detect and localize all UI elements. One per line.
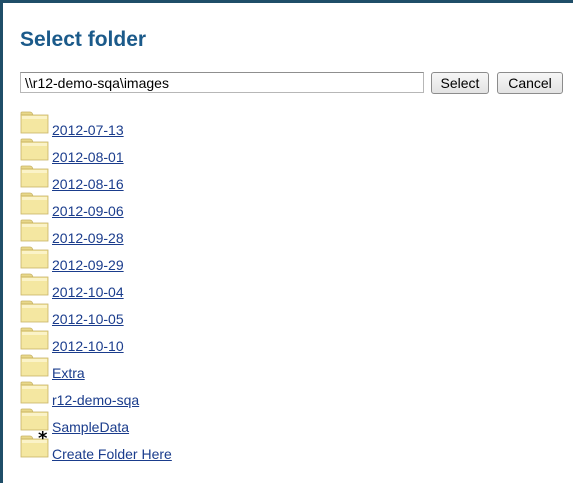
asterisk-icon: * [38, 428, 48, 449]
create-folder-link[interactable]: Create Folder Here [52, 446, 172, 462]
folder-link[interactable]: 2012-10-04 [52, 284, 124, 300]
folder-icon [20, 354, 49, 377]
folder-item: 2012-10-10 [20, 326, 124, 354]
cancel-button[interactable]: Cancel [497, 72, 563, 94]
folder-item: 2012-08-01 [20, 137, 124, 165]
folder-link[interactable]: 2012-10-05 [52, 311, 124, 327]
folder-icon [20, 138, 49, 161]
folder-link[interactable]: r12-demo-sqa [52, 392, 139, 408]
folder-link[interactable]: 2012-09-29 [52, 257, 124, 273]
folder-icon [20, 219, 49, 242]
folder-link[interactable]: 2012-07-13 [52, 122, 124, 138]
folder-link[interactable]: 2012-09-28 [52, 230, 124, 246]
folder-link[interactable]: 2012-08-16 [52, 176, 124, 192]
folder-icon [20, 327, 49, 350]
select-folder-dialog: Select folder Select Cancel 2012-07-13 2… [0, 0, 573, 483]
create-folder-item: * Create Folder Here [20, 430, 172, 462]
folder-item: 2012-10-05 [20, 299, 124, 327]
folder-link[interactable]: 2012-08-01 [52, 149, 124, 165]
path-row: Select Cancel [20, 72, 570, 94]
folder-list: 2012-07-13 2012-08-01 2012-08-16 2012-09… [20, 110, 172, 462]
folder-item: 2012-09-28 [20, 218, 124, 246]
folder-item: 2012-09-06 [20, 191, 124, 219]
folder-item: 2012-08-16 [20, 164, 124, 192]
folder-icon [20, 111, 49, 134]
folder-link[interactable]: 2012-09-06 [52, 203, 124, 219]
folder-link[interactable]: 2012-10-10 [52, 338, 124, 354]
folder-icon [20, 246, 49, 269]
select-button[interactable]: Select [431, 72, 489, 94]
folder-icon [20, 165, 49, 188]
folder-item: 2012-07-13 [20, 110, 124, 138]
folder-item: 2012-09-29 [20, 245, 124, 273]
folder-item: Extra [20, 353, 85, 381]
folder-link[interactable]: SampleData [52, 419, 129, 435]
folder-item: r12-demo-sqa [20, 380, 139, 408]
folder-path-input[interactable] [20, 72, 424, 93]
folder-icon [20, 381, 49, 404]
folder-icon [20, 192, 49, 215]
folder-icon [20, 300, 49, 323]
folder-link[interactable]: Extra [52, 365, 85, 381]
folder-item: 2012-10-04 [20, 272, 124, 300]
dialog-title: Select folder [20, 28, 147, 51]
folder-icon [20, 273, 49, 296]
